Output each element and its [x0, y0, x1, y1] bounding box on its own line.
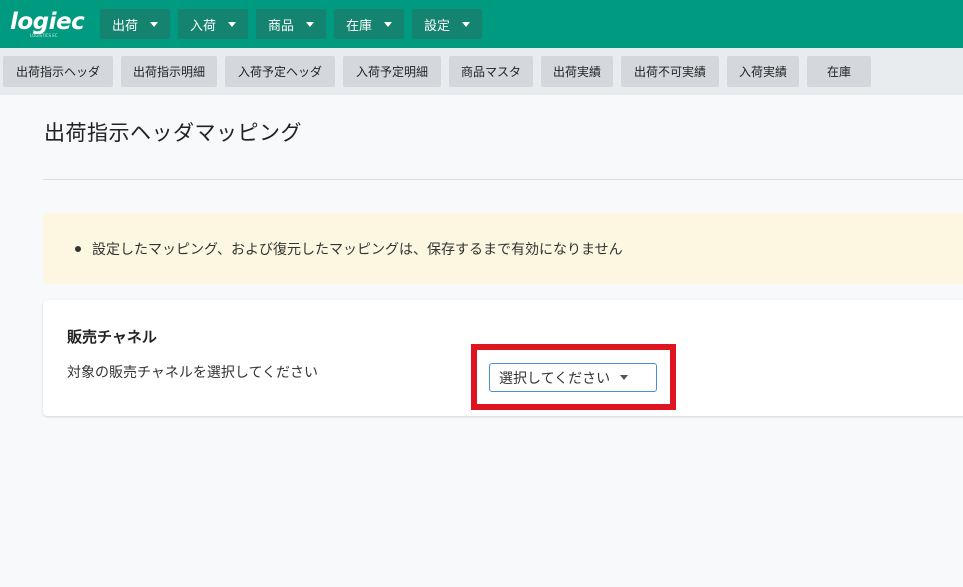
chevron-down-icon: [228, 21, 236, 27]
highlight-box: [471, 344, 676, 410]
subnav-label: 出荷不可実績: [633, 65, 706, 79]
subnav-shipping-instruction-header[interactable]: 出荷指示ヘッダ: [3, 56, 113, 87]
chevron-down-icon: [384, 21, 392, 27]
page-title: 出荷指示ヘッダマッピング: [44, 121, 302, 145]
subnav-receiving-plan-header[interactable]: 入荷予定ヘッダ: [225, 56, 335, 87]
subnav-shipping-instruction-detail[interactable]: 出荷指示明細: [121, 56, 217, 87]
nav-inventory-label: 在庫: [346, 18, 373, 34]
logo-tagline: LOGISTICS EC: [30, 32, 58, 38]
sales-channel-title: 販売チャネル: [67, 328, 157, 346]
subnav-label: 出荷実績: [552, 65, 601, 79]
sub-navbar: 出荷指示ヘッダ 出荷指示明細 入荷予定ヘッダ 入荷予定明細 商品マスタ 出荷実績…: [0, 48, 963, 95]
subnav-label: 商品マスタ: [460, 65, 521, 79]
logiec-logo[interactable]: logiec LOGISTICS EC: [10, 9, 88, 39]
title-divider: [43, 179, 963, 180]
subnav-shipping-failure-results[interactable]: 出荷不可実績: [621, 56, 719, 87]
subnav-label: 出荷指示ヘッダ: [15, 65, 100, 79]
subnav-label: 入荷実績: [738, 65, 787, 79]
nav-receiving[interactable]: 入荷: [178, 9, 248, 39]
subnav-receiving-results[interactable]: 入荷実績: [727, 56, 799, 87]
subnav-inventory[interactable]: 在庫: [807, 56, 871, 87]
alert-message: 設定したマッピング、および復元したマッピングは、保存するまで有効になりません: [92, 241, 623, 258]
subnav-label: 入荷予定ヘッダ: [237, 65, 322, 79]
subnav-label: 入荷予定明細: [355, 65, 428, 79]
subnav-label: 在庫: [826, 65, 851, 79]
logo-text: logiec: [10, 8, 85, 35]
nav-products[interactable]: 商品: [256, 9, 326, 39]
nav-inventory[interactable]: 在庫: [334, 9, 404, 39]
bullet-icon: [75, 245, 81, 252]
nav-settings[interactable]: 設定: [412, 9, 482, 39]
subnav-product-master[interactable]: 商品マスタ: [449, 56, 533, 87]
sales-channel-description: 対象の販売チャネルを選択してください: [67, 365, 319, 381]
subnav-receiving-plan-detail[interactable]: 入荷予定明細: [343, 56, 441, 87]
top-navbar: logiec LOGISTICS EC 出荷 入荷 商品 在庫 設定: [0, 0, 963, 48]
nav-settings-label: 設定: [424, 18, 451, 34]
subnav-shipping-results[interactable]: 出荷実績: [541, 56, 613, 87]
nav-products-label: 商品: [268, 18, 295, 34]
chevron-down-icon: [306, 21, 314, 27]
nav-shipping-label: 出荷: [112, 18, 139, 34]
chevron-down-icon: [150, 21, 158, 27]
subnav-label: 出荷指示明細: [132, 65, 205, 79]
warning-alert: 設定したマッピング、および復元したマッピングは、保存するまで有効になりません: [43, 213, 963, 284]
top-nav-menu: 出荷 入荷 商品 在庫 設定: [100, 9, 490, 39]
nav-receiving-label: 入荷: [190, 18, 217, 34]
nav-shipping[interactable]: 出荷: [100, 9, 170, 39]
chevron-down-icon: [462, 21, 470, 27]
